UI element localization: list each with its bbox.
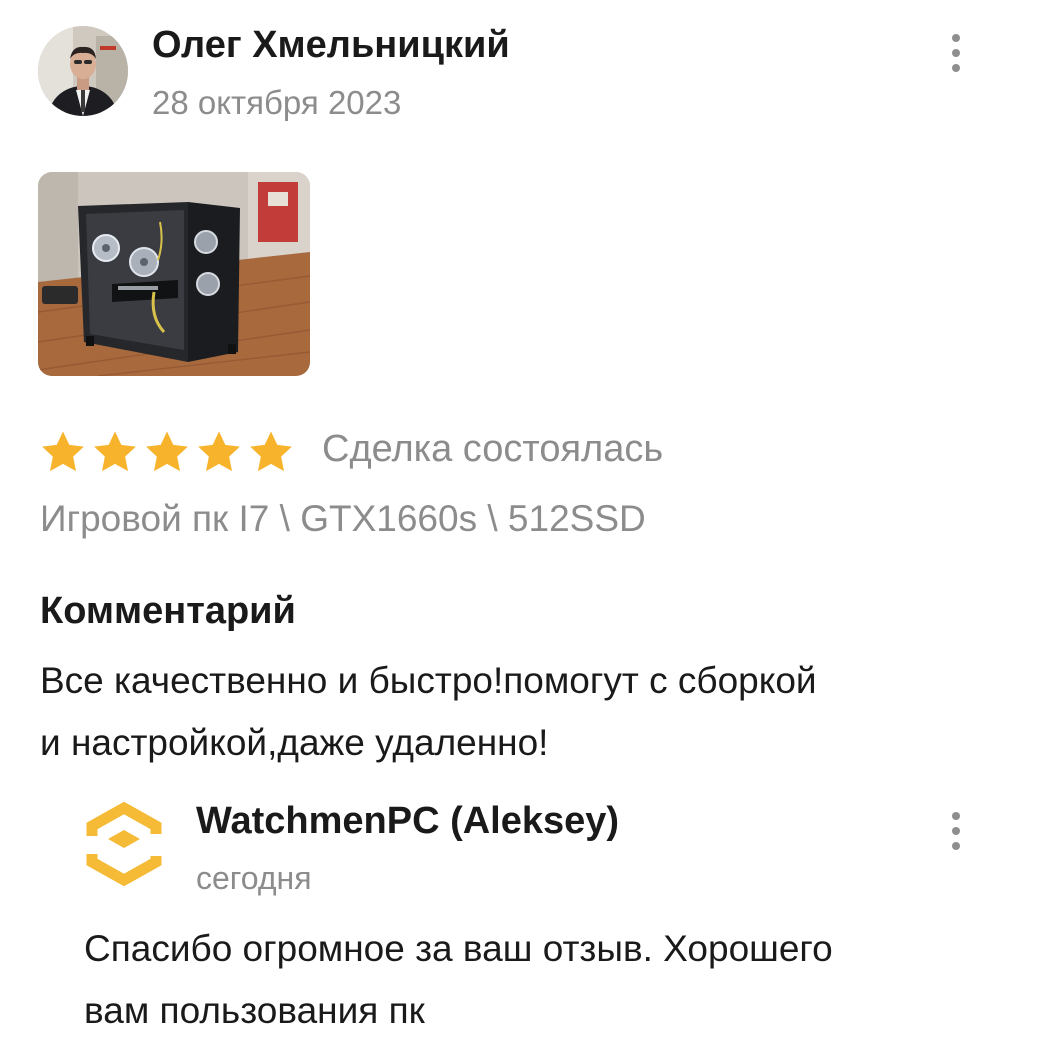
rating-stars [40,430,294,474]
deal-status: Сделка состоялась [322,428,664,470]
review-date: 28 октября 2023 [152,84,402,121]
reply-text: Спасибо огромное за ваш отзыв. Хорошего … [84,918,1004,1042]
star-icon [42,431,84,472]
reply-date: сегодня [196,860,312,896]
author-avatar[interactable] [38,26,128,116]
reply-line: вам пользования пк [84,990,425,1031]
review-photo-thumbnail[interactable] [38,172,310,376]
seller-name[interactable]: WatchmenPC (Aleksey) [196,800,619,843]
reply-line: Спасибо огромное за ваш отзыв. Хорошего [84,928,833,969]
review-more-button[interactable] [944,34,968,72]
more-vertical-icon [952,812,960,820]
cube-logo-icon [84,800,164,890]
author-name[interactable]: Олег Хмельницкий [152,24,510,67]
star-icon [94,431,136,472]
comment-line: и настройкой,даже удаленно! [40,722,549,763]
star-icon [198,431,240,472]
review-card: Олег Хмельницкий 28 октября 2023 Сделка … [0,0,1052,1052]
more-vertical-icon [952,34,960,42]
product-link[interactable]: Игровой пк I7 \ GTX1660s \ 512SSD [40,498,646,540]
star-icon [146,431,188,472]
comment-text: Все качественно и быстро!помогут с сборк… [40,650,1000,774]
star-icon [250,431,292,472]
comment-heading: Комментарий [40,590,296,632]
comment-line: Все качественно и быстро!помогут с сборк… [40,660,817,701]
reply-more-button[interactable] [944,812,968,850]
